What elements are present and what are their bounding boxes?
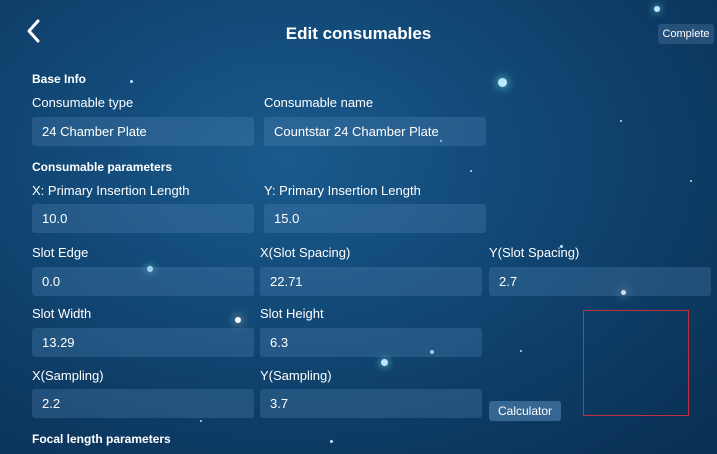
x-insertion-length-field[interactable]: 10.0 — [32, 204, 254, 233]
slot-width-field[interactable]: 13.29 — [32, 328, 254, 357]
y-sampling-field[interactable]: 3.7 — [260, 389, 482, 418]
slot-height-label: Slot Height — [260, 306, 324, 321]
consumable-name-field[interactable]: Countstar 24 Chamber Plate — [264, 117, 486, 146]
slot-width-label: Slot Width — [32, 306, 92, 321]
focal-length-parameters-heading: Focal length parameters — [32, 432, 171, 446]
slot-height-field[interactable]: 6.3 — [260, 328, 482, 357]
y-slot-spacing-field[interactable]: 2.7 — [489, 267, 711, 296]
y-insertion-length-field[interactable]: 15.0 — [264, 204, 486, 233]
calculator-button[interactable]: Calculator — [489, 401, 561, 421]
page-title: Edit consumables — [285, 24, 432, 43]
base-info-heading: Base Info — [32, 72, 87, 86]
consumable-type-field[interactable]: 24 Chamber Plate — [32, 117, 254, 146]
x-sampling-label: X(Sampling) — [32, 368, 104, 383]
highlight-box — [583, 310, 689, 416]
top-bar: Edit consumables Complete — [0, 0, 717, 62]
y-insertion-length-label: Y: Primary Insertion Length — [264, 183, 421, 198]
consumable-type-label: Consumable type — [32, 95, 134, 110]
slot-edge-label: Slot Edge — [32, 245, 89, 260]
x-sampling-field[interactable]: 2.2 — [32, 389, 254, 418]
y-slot-spacing-label: Y(Slot Spacing) — [489, 245, 580, 260]
x-insertion-length-label: X: Primary Insertion Length — [32, 183, 190, 198]
x-slot-spacing-label: X(Slot Spacing) — [260, 245, 351, 260]
complete-button[interactable]: Complete — [658, 24, 714, 44]
x-slot-spacing-field[interactable]: 22.71 — [260, 267, 482, 296]
slot-edge-field[interactable]: 0.0 — [32, 267, 254, 296]
consumable-name-label: Consumable name — [264, 95, 374, 110]
consumable-parameters-heading: Consumable parameters — [32, 160, 173, 174]
y-sampling-label: Y(Sampling) — [260, 368, 332, 383]
